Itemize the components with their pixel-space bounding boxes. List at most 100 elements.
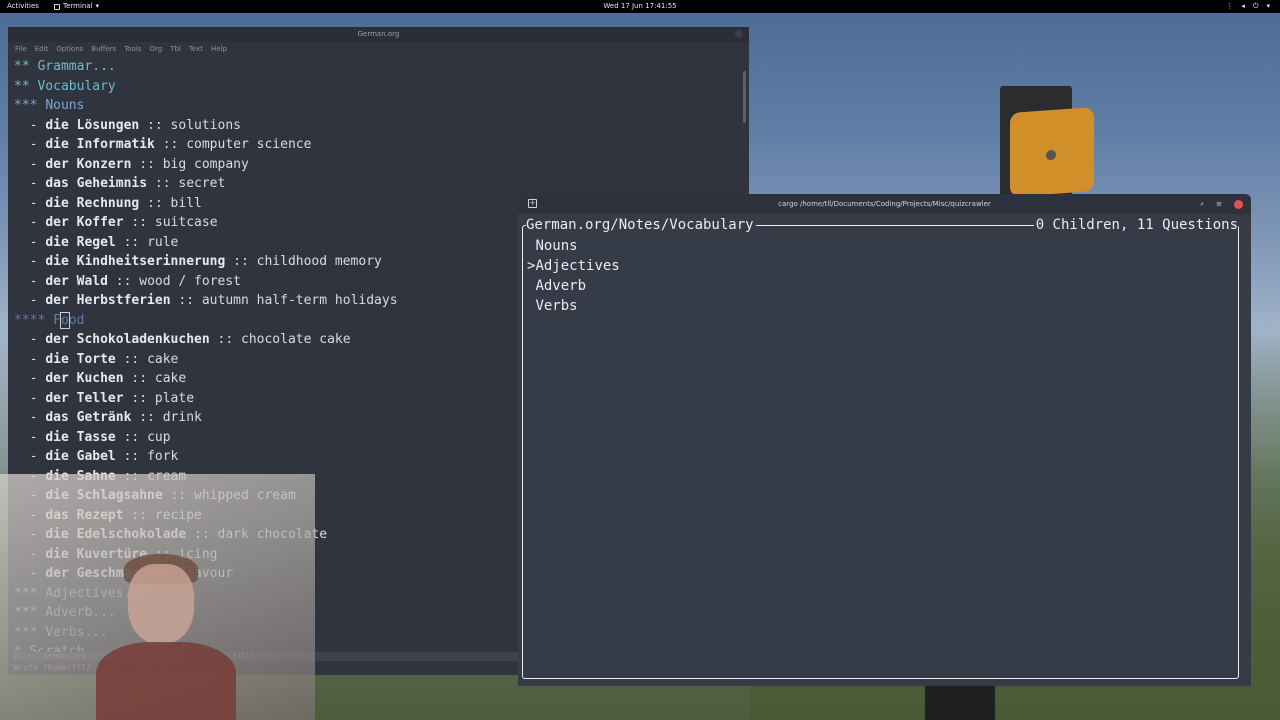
wallpaper-sign [1010, 107, 1094, 197]
org-heading: *** Nouns [14, 96, 736, 116]
vocab-term: der Wald [45, 273, 108, 289]
vocab-definition: cake [154, 371, 187, 386]
vocab-term: die Gabel [45, 449, 116, 464]
heading-text: Vocabulary [37, 78, 116, 94]
power-icon: ⏻ [1252, 2, 1259, 10]
menu-item-tools[interactable]: Tools [124, 42, 141, 56]
search-icon[interactable]: ⌕ [1200, 194, 1204, 214]
tui-item-adverb[interactable]: Adverb [527, 276, 620, 296]
vocab-definition: wood / forest [139, 273, 241, 289]
vocab-definition: cup [147, 429, 171, 445]
terminal-titlebar[interactable]: + cargo /home/tll/Documents/Coding/Proje… [518, 194, 1251, 214]
vocab-definition: fork [147, 449, 179, 464]
heading-stars: *** [14, 98, 46, 113]
vocab-definition: cream [147, 468, 187, 484]
vocab-term: der Geschmack [45, 566, 148, 581]
menu-item-edit[interactable]: Edit [35, 42, 49, 56]
clock[interactable]: Wed 17 Jun 17:41:55 [603, 2, 676, 10]
menu-item-text[interactable]: Text [189, 42, 203, 56]
vocab-definition: cake [147, 351, 179, 367]
heading-stars: *** [14, 605, 46, 620]
heading-stars: *** [14, 585, 46, 601]
terminal-window[interactable]: + cargo /home/tll/Documents/Coding/Proje… [518, 194, 1251, 686]
vocab-definition: recipe [154, 507, 202, 523]
vocab-definition: rule [147, 234, 179, 250]
tui-frame [522, 225, 1239, 679]
heading-stars: **** [14, 312, 54, 328]
network-icon: ⋮ [1226, 2, 1234, 10]
vocab-definition: solutions [170, 117, 241, 133]
echo-area: Wrote /home/tll/.emacs.d/recentf [14, 663, 169, 672]
heading-text: Verbs... [45, 624, 108, 640]
vocab-term: das Getränk [45, 410, 132, 425]
tui-item-adjectives[interactable]: >Adjectives [527, 256, 620, 276]
activities-button[interactable]: Activities [7, 0, 39, 13]
menu-item-tbl[interactable]: Tbl [170, 42, 181, 56]
tui-summary: 0 Children, 11 Questions [1033, 216, 1238, 234]
vocab-item: - das Geheimnis :: secret [14, 176, 226, 191]
heading-text: Food [53, 311, 85, 329]
tui-item-label: Adjectives [535, 258, 620, 274]
emacs-titlebar[interactable]: German.org [8, 27, 749, 42]
vocab-term: die Rechnung [45, 195, 140, 211]
vocab-term: die Sahne [45, 468, 116, 484]
menu-icon[interactable]: ≡ [1216, 194, 1222, 214]
menu-item-file[interactable]: File [15, 42, 27, 56]
vocab-definition: big company [162, 156, 249, 172]
vocab-item: - die Informatik :: computer science [14, 137, 312, 152]
scrollbar[interactable] [743, 71, 746, 123]
vocab-term: die Schlagsahne [45, 488, 163, 503]
vocab-term: das Rezept [45, 507, 124, 523]
terminal-title: cargo /home/tll/Documents/Coding/Project… [778, 200, 991, 208]
vocab-term: das Geheimnis [45, 176, 148, 191]
app-menu[interactable]: Terminal ▾ [54, 0, 99, 13]
org-heading: ** Grammar... [14, 57, 736, 77]
close-icon[interactable] [735, 30, 743, 38]
vocab-term: der Konzern [45, 156, 132, 172]
wallpaper-post-bottom [925, 686, 995, 720]
vocab-term: die Lösungen [45, 117, 140, 133]
chevron-down-icon: ▾ [1266, 2, 1270, 10]
vocab-term: die Tasse [45, 429, 116, 445]
tui-header: German.org/Notes/Vocabulary 0 Children, … [526, 216, 1238, 234]
tui-item-label: Nouns [535, 238, 578, 254]
vocab-term: die Informatik [45, 137, 155, 152]
vocab-definition: flavour [178, 566, 234, 581]
vocab-item: - die Lösungen :: solutions [14, 117, 241, 133]
vocab-definition: childhood memory [256, 254, 382, 269]
vocab-definition: drink [162, 410, 202, 425]
tui-item-verbs[interactable]: Verbs [527, 296, 620, 316]
vocab-definition: whipped cream [194, 488, 296, 503]
vocab-definition: chocolate cake [241, 332, 351, 347]
heading-text: Adverb... [45, 605, 116, 620]
menu-item-org[interactable]: Org [149, 42, 162, 56]
mode-line: U:--- German.org Bot (73,0) (Org Fill Fl… [14, 652, 520, 661]
vocab-term: die Kuvertüre [45, 546, 148, 562]
heading-stars: ** [14, 59, 38, 74]
vocab-term: der Koffer [45, 215, 124, 230]
terminal-app-icon [54, 3, 60, 10]
tui-item-label: Verbs [535, 298, 578, 314]
chevron-down-icon: ▾ [95, 2, 100, 10]
vocab-term: die Regel [45, 234, 116, 250]
vocab-definition: autumn half-term holidays [201, 293, 398, 308]
menu-item-help[interactable]: Help [211, 42, 227, 56]
tui-item-nouns[interactable]: Nouns [527, 236, 620, 256]
vocab-term: die Edelschokolade [45, 527, 187, 542]
menu-item-buffers[interactable]: Buffers [91, 42, 116, 56]
tui-item-label: Adverb [535, 278, 587, 294]
vocab-definition: bill [170, 195, 202, 211]
vocab-term: der Herbstferien [45, 293, 171, 308]
vocab-definition: computer science [186, 137, 312, 152]
close-icon[interactable] [1234, 199, 1243, 209]
top-bar: Activities Terminal ▾ Wed 17 Jun 17:41:5… [0, 0, 1280, 13]
vocab-definition: icing [178, 546, 218, 562]
menu-item-options[interactable]: Options [56, 42, 83, 56]
tui-path: German.org/Notes/Vocabulary [526, 216, 756, 234]
system-tray[interactable]: ⋮ ◂ ⏻ ▾ [1226, 0, 1270, 13]
emacs-menubar: File Edit Options Buffers Tools Org Tbl Text Hel… [8, 42, 749, 56]
vocab-term: die Torte [45, 351, 116, 367]
tui-menu-list[interactable]: Nouns >Adjectives Adverb Verbs [527, 236, 620, 316]
heading-stars: *** [14, 624, 46, 640]
vocab-definition: dark chocolate [217, 527, 328, 542]
